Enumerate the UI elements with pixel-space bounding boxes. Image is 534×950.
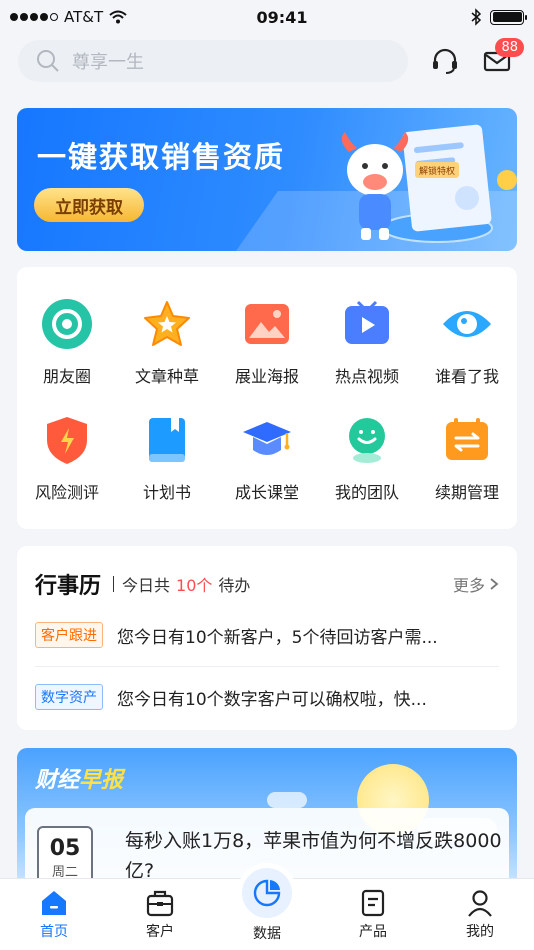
grid-item-label: 展业海报 — [234, 367, 299, 386]
tag-digital-assets: 数字资产 — [35, 684, 103, 710]
grid-item-label: 谁看了我 — [434, 367, 499, 386]
grid-item-label: 风险测评 — [34, 483, 99, 502]
eye-icon — [443, 311, 491, 337]
schedule-row[interactable]: 客户跟进 您今日有10个新客户，5个待回访客户需... — [35, 622, 499, 648]
tab-label: 我的 — [466, 924, 494, 940]
schedule-title: 行事历 — [35, 574, 102, 599]
wifi-icon — [109, 10, 127, 24]
schedule-card: 行事历 今日共 10个 待办 更多 客户跟进 您今日有10个新客户，5个待回访客… — [17, 546, 517, 730]
grid-item-moments[interactable]: 朋友圈 — [17, 297, 117, 387]
cloud-decoration — [267, 792, 307, 808]
more-label: 更多 — [452, 576, 485, 595]
tab-profile[interactable]: 我的 — [445, 889, 515, 941]
battery-icon — [490, 9, 527, 25]
tab-bar: 首页 客户 数据 产品 我的 — [0, 863, 534, 950]
search-icon — [37, 50, 59, 72]
todo-count: 10个 — [176, 576, 213, 595]
tab-label: 客户 — [146, 924, 174, 940]
banner-title: 一键获取销售资质 — [37, 140, 286, 174]
message-badge: 88 — [495, 38, 524, 57]
briefing-title: 财经早报 — [35, 762, 123, 794]
date-day: 05 — [49, 836, 81, 861]
divider — [113, 576, 115, 592]
image-icon — [245, 304, 289, 344]
document-icon — [361, 889, 385, 917]
schedule-subtitle-prefix: 今日共 — [122, 576, 171, 595]
briefing-title-part-a: 财经 — [35, 768, 80, 793]
grid-item-label: 计划书 — [142, 483, 191, 502]
grid-item-label: 朋友圈 — [42, 367, 91, 386]
more-link[interactable]: 更多 — [453, 572, 499, 596]
search-placeholder: 尊享一生 — [72, 52, 144, 73]
grid-item-articles[interactable]: 文章种草 — [117, 297, 217, 387]
tag-customer-follow-up: 客户跟进 — [35, 622, 103, 648]
tab-products[interactable]: 产品 — [338, 889, 408, 941]
tab-data[interactable]: 数据 — [232, 923, 302, 943]
grid-item-renewal[interactable]: 续期管理 — [417, 413, 517, 503]
grid-item-viewers[interactable]: 谁看了我 — [417, 297, 517, 387]
video-icon — [345, 300, 389, 344]
grid-item-growth-class[interactable]: 成长课堂 — [217, 413, 317, 503]
mascot-illustration: 解锁特权 — [341, 124, 517, 243]
grid-item-proposal[interactable]: 计划书 — [117, 413, 217, 503]
briefcase-icon — [146, 890, 174, 917]
status-bar: AT&T 09:41 — [0, 0, 534, 34]
bluetooth-icon — [471, 8, 482, 26]
carrier-label: AT&T — [64, 8, 104, 26]
tab-label: 产品 — [359, 924, 387, 940]
headset-icon — [433, 48, 457, 74]
chevron-right-icon — [490, 578, 499, 590]
tab-customers[interactable]: 客户 — [125, 889, 195, 941]
shield-icon — [47, 417, 87, 464]
row-divider — [35, 666, 499, 667]
grid-item-label: 文章种草 — [134, 367, 199, 386]
aperture-icon — [42, 299, 92, 349]
grid-item-label: 续期管理 — [434, 483, 499, 502]
message-button[interactable]: 88 — [480, 38, 524, 78]
book-icon — [149, 418, 185, 462]
promo-banner[interactable]: 一键获取销售资质 立即获取 解锁特权 — [17, 108, 517, 251]
schedule-subtitle-suffix: 待办 — [218, 576, 251, 595]
clock: 09:41 — [256, 7, 308, 27]
tab-label: 数据 — [253, 926, 281, 942]
grid-item-posters[interactable]: 展业海报 — [217, 297, 317, 387]
home-icon — [42, 891, 66, 915]
search-input[interactable]: 尊享一生 — [18, 40, 408, 82]
schedule-header: 行事历 今日共 10个 待办 更多 — [35, 568, 499, 600]
grid-item-label: 成长课堂 — [234, 483, 299, 502]
schedule-row-text: 您今日有10个数字客户可以确权啦，快... — [117, 689, 427, 710]
tab-data-center[interactable] — [237, 863, 297, 923]
grid-item-hot-videos[interactable]: 热点视频 — [317, 297, 417, 387]
calendar-renew-icon — [446, 418, 488, 460]
grid-item-label: 热点视频 — [334, 367, 399, 386]
tab-label: 首页 — [40, 924, 68, 940]
get-qualification-button[interactable]: 立即获取 — [34, 188, 144, 222]
team-icon — [349, 418, 385, 463]
briefing-title-part-b: 早报 — [79, 768, 124, 793]
news-headline: 每秒入账1万8，苹果市值为何不增反跌8000亿? — [125, 830, 502, 882]
graduation-cap-icon — [243, 422, 291, 455]
tab-home[interactable]: 首页 — [19, 889, 89, 941]
schedule-row[interactable]: 数字资产 您今日有10个数字客户可以确权啦，快... — [35, 684, 499, 710]
quick-actions-card: 朋友圈 文章种草 展业海报 热点视频 谁看了我 风险测评 计划书 成长课堂 我的… — [17, 267, 517, 529]
banner-ribbon: 解锁特权 — [419, 165, 455, 177]
user-icon — [468, 890, 492, 917]
schedule-row-text: 您今日有10个新客户，5个待回访客户需... — [117, 627, 438, 648]
pie-chart-icon — [253, 879, 281, 907]
signal-icon — [10, 13, 58, 21]
star-icon — [144, 301, 190, 346]
grid-item-my-team[interactable]: 我的团队 — [317, 413, 417, 503]
grid-item-label: 我的团队 — [334, 483, 399, 502]
grid-item-risk-assessment[interactable]: 风险测评 — [17, 413, 117, 503]
customer-service-button[interactable] — [428, 44, 462, 78]
header: 尊享一生 88 — [18, 38, 524, 82]
